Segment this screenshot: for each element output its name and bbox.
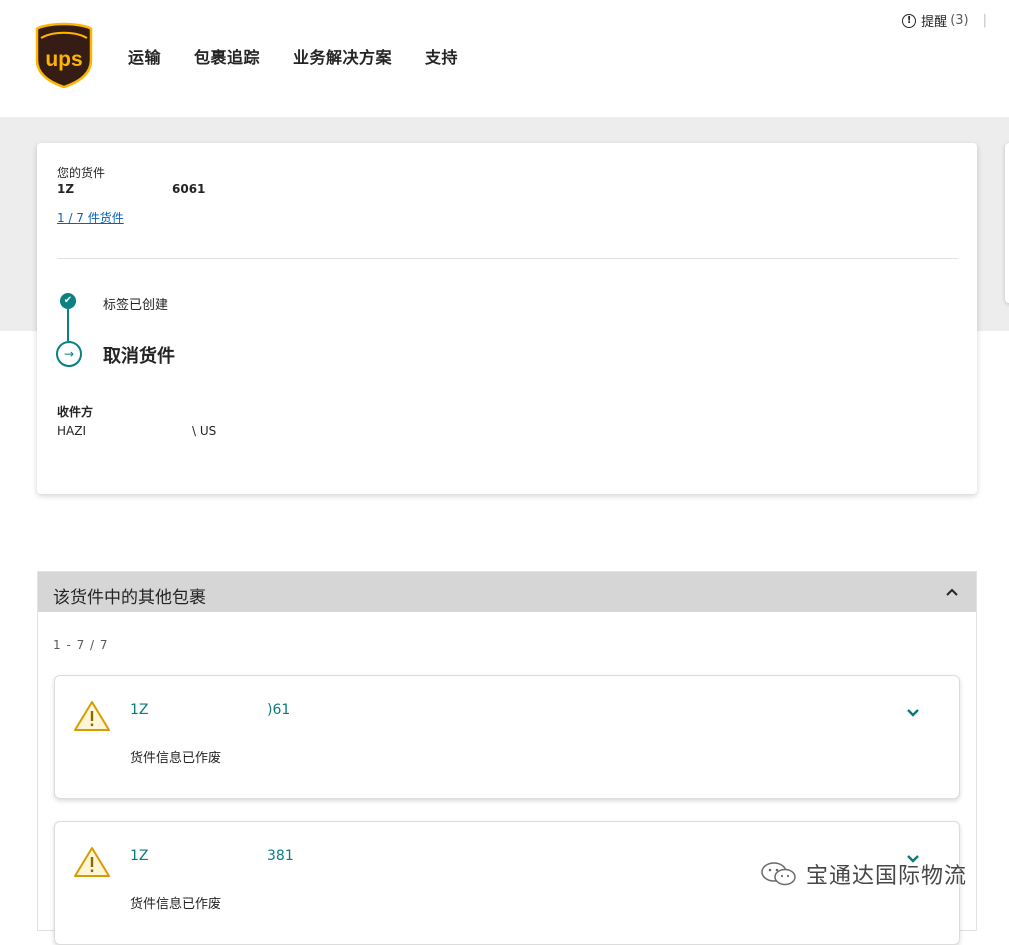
alerts-separator: | bbox=[982, 13, 987, 28]
site-header: ups 运输 包裹追踪 业务解决方案 支持 ! 提醒 (3) | bbox=[0, 0, 1009, 117]
divider bbox=[57, 258, 958, 259]
package-status: 货件信息已作废 bbox=[130, 751, 222, 766]
arrow-circle-icon: → bbox=[56, 341, 82, 367]
package-tracking-suffix[interactable]: 381 bbox=[267, 848, 294, 864]
tracking-number-prefix: 1Z bbox=[57, 182, 75, 196]
package-tracking-suffix[interactable]: )61 bbox=[267, 702, 290, 718]
shipment-card: 您的货件 1Z 6061 1 / 7 件货件 ✔ → 标签已创建 取消货件 收件… bbox=[37, 143, 977, 494]
recipient-label: 收件方 bbox=[57, 405, 94, 419]
recipient-region: \ US bbox=[192, 424, 217, 438]
panel-header[interactable]: 该货件中的其他包裹 bbox=[38, 572, 976, 612]
alerts-count: (3) bbox=[950, 13, 969, 28]
tracking-number-suffix: 6061 bbox=[172, 182, 206, 196]
shipment-count-link[interactable]: 1 / 7 件货件 bbox=[57, 209, 124, 226]
step-label-created: 标签已创建 bbox=[103, 298, 169, 313]
panel-title: 该货件中的其他包裹 bbox=[53, 588, 206, 608]
step-label-cancelled: 取消货件 bbox=[103, 346, 175, 367]
check-circle-icon: ✔ bbox=[60, 293, 76, 309]
alerts-link[interactable]: ! 提醒 (3) | bbox=[902, 11, 987, 30]
warning-triangle-icon bbox=[74, 847, 110, 877]
nav-item-shipping[interactable]: 运输 bbox=[128, 44, 161, 68]
progress-connector bbox=[67, 309, 69, 341]
package-tracking-prefix[interactable]: 1Z bbox=[130, 848, 149, 864]
nav-item-business-solutions[interactable]: 业务解决方案 bbox=[293, 44, 392, 68]
warning-triangle-icon bbox=[74, 701, 110, 731]
nav-item-tracking[interactable]: 包裹追踪 bbox=[194, 44, 260, 68]
logo-text: ups bbox=[45, 48, 82, 71]
chevron-up-icon[interactable] bbox=[944, 584, 960, 600]
nav-item-support[interactable]: 支持 bbox=[425, 44, 458, 68]
package-tracking-prefix[interactable]: 1Z bbox=[130, 702, 149, 718]
recipient-name: HAZI bbox=[57, 424, 86, 438]
watermark: 宝通达国际物流 bbox=[760, 858, 967, 890]
package-range: 1 - 7 / 7 bbox=[53, 638, 109, 652]
shipment-label: 您的货件 bbox=[57, 166, 106, 180]
alert-circle-icon: ! bbox=[902, 13, 917, 28]
wechat-icon bbox=[761, 862, 796, 886]
package-status: 货件信息已作废 bbox=[130, 897, 222, 912]
main-nav: 运输 包裹追踪 业务解决方案 支持 bbox=[128, 44, 491, 68]
side-card-edge bbox=[1005, 143, 1009, 303]
chevron-down-icon[interactable] bbox=[905, 706, 921, 720]
ups-logo[interactable]: ups bbox=[35, 22, 93, 88]
alerts-label: 提醒 bbox=[921, 15, 948, 30]
package-card[interactable]: 1Z )61 货件信息已作废 bbox=[54, 675, 960, 799]
watermark-text: 宝通达国际物流 bbox=[806, 864, 968, 889]
